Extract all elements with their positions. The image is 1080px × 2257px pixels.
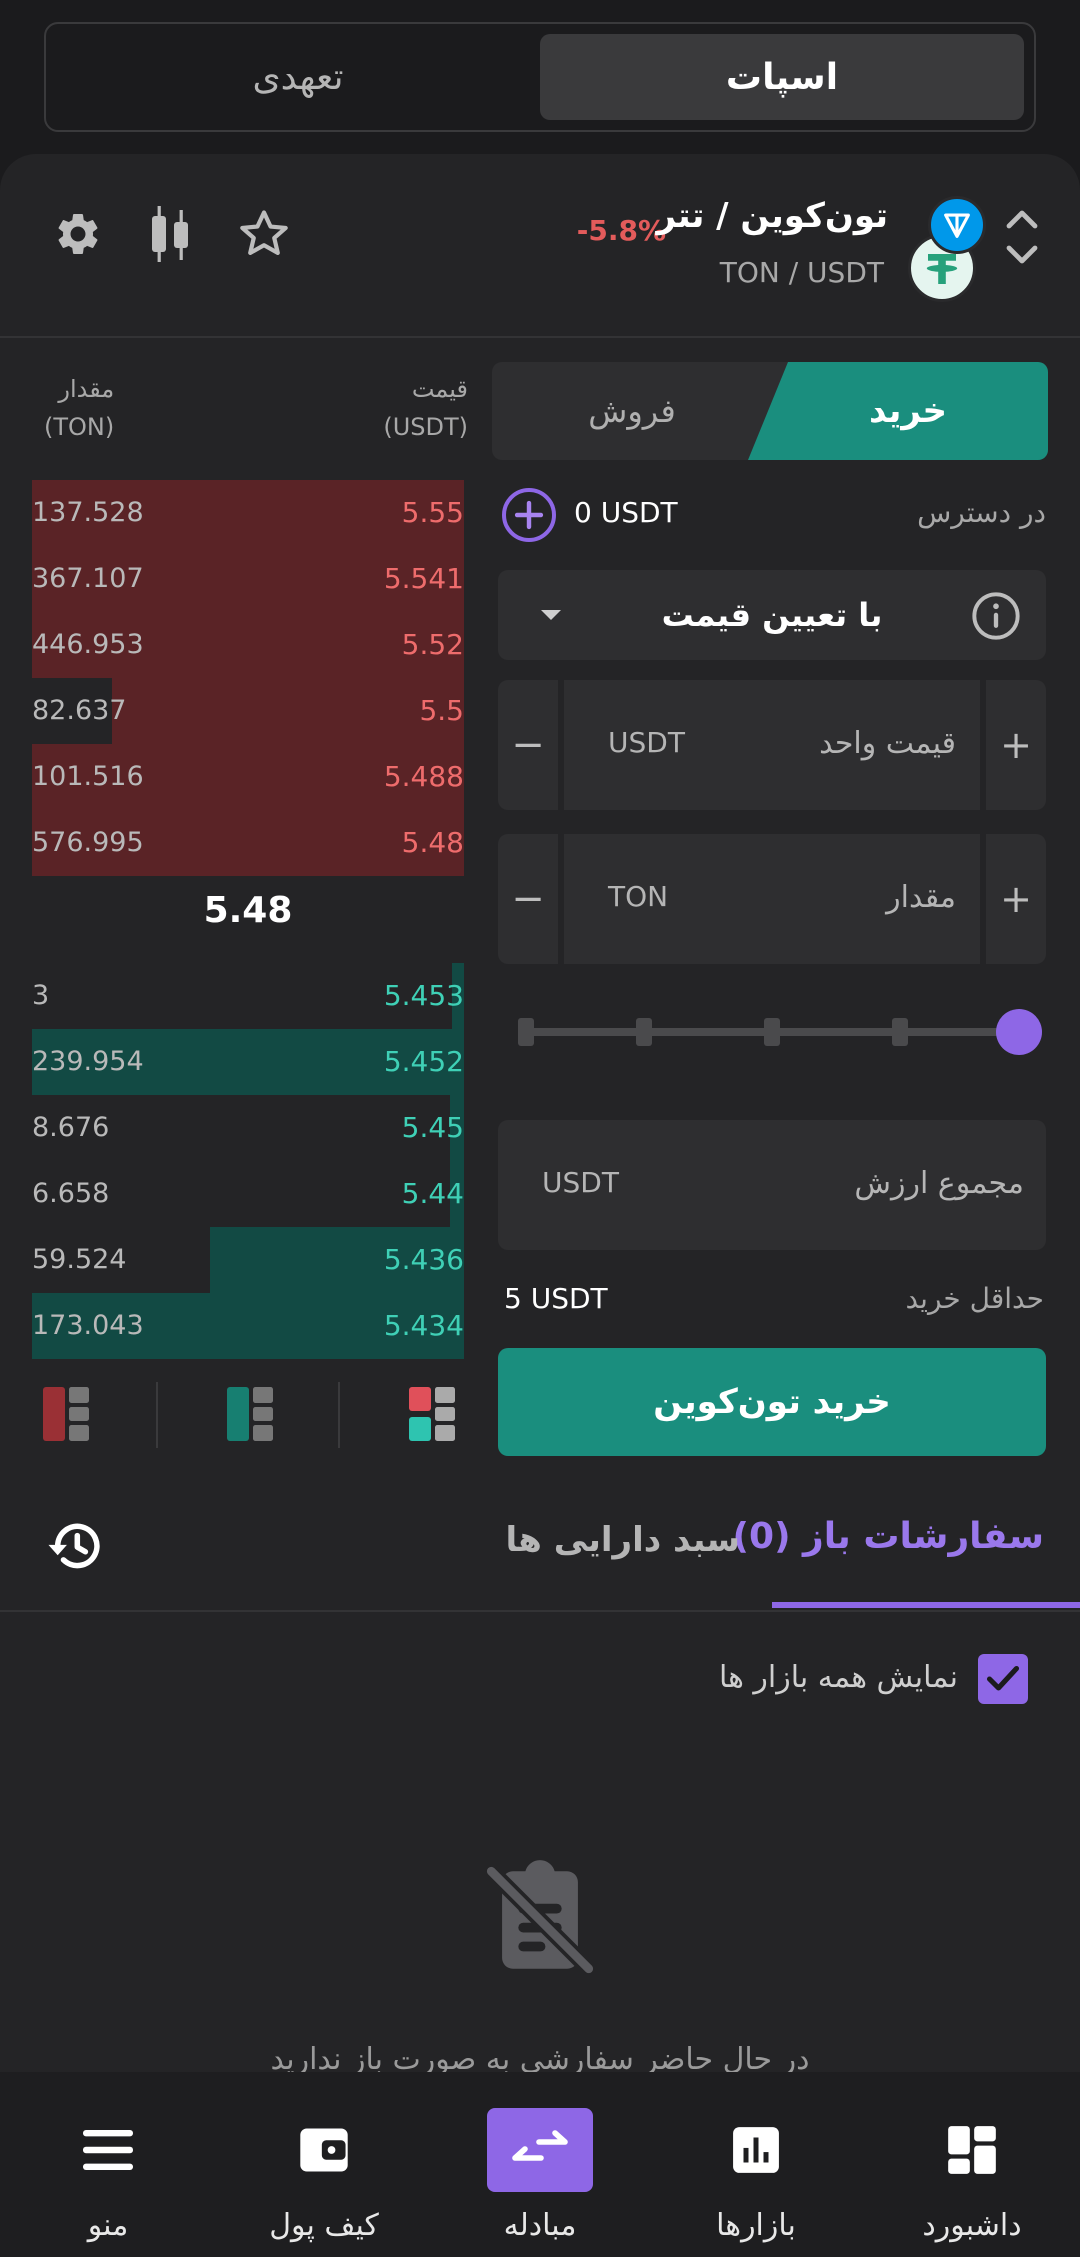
tab-margin[interactable]: تعهدی [56, 34, 540, 120]
nav-wallet[interactable]: کیف پول [216, 2072, 432, 2257]
order-type-value: با تعیین قیمت [661, 596, 883, 634]
amount-field[interactable]: مقدار TON [564, 834, 980, 964]
asks-only-view-icon[interactable] [36, 1384, 96, 1444]
qty-header: مقدار (TON) [44, 375, 115, 441]
menu-icon [55, 2108, 161, 2192]
nav-menu[interactable]: منو [0, 2072, 216, 2257]
history-icon[interactable] [42, 1516, 108, 1576]
tab-assets[interactable]: سبد دارایی ها [506, 1520, 740, 1560]
show-all-markets-checkbox[interactable] [978, 1654, 1028, 1704]
info-icon[interactable] [968, 588, 1024, 644]
pair-symbol: TON / USDT [719, 256, 884, 289]
price-change: -5.8% [576, 214, 666, 247]
bottom-navigation: منو کیف پول مبادله بازارها داشبورد [0, 2072, 1080, 2257]
buy-button[interactable]: خرید تون‌کوین [498, 1348, 1046, 1456]
min-buy-value: 5 USDT [504, 1282, 608, 1315]
wallet-icon [271, 2108, 377, 2192]
amount-input[interactable]: − مقدار TON + [498, 834, 1046, 964]
ask-row[interactable]: 82.637 5.5 [32, 678, 464, 744]
slider-handle[interactable] [996, 1009, 1042, 1055]
bid-row[interactable]: 3 5.453 [32, 963, 464, 1029]
ask-row[interactable]: 137.528 5.55 [32, 480, 464, 546]
chevron-updown-icon[interactable] [1002, 202, 1042, 272]
amount-slider[interactable] [518, 1018, 1018, 1046]
tab-sell[interactable]: فروش [492, 362, 772, 460]
star-icon[interactable] [234, 204, 294, 264]
divider [156, 1382, 158, 1448]
available-label: در دسترس [917, 496, 1046, 529]
tab-spot[interactable]: اسپات [540, 34, 1024, 120]
exchange-icon [487, 2108, 593, 2192]
deposit-plus-icon[interactable] [502, 488, 556, 542]
candlestick-icon[interactable] [140, 202, 200, 266]
nav-dashboard[interactable]: داشبورد [864, 2072, 1080, 2257]
bids-only-view-icon[interactable] [220, 1384, 280, 1444]
nav-exchange[interactable]: مبادله [432, 2072, 648, 2257]
caret-down-icon[interactable] [534, 598, 568, 632]
buy-sell-switch: فروش خرید [492, 362, 1048, 460]
nav-markets[interactable]: بازارها [648, 2072, 864, 2257]
ask-row[interactable]: 576.995 5.48 [32, 810, 464, 876]
bid-row[interactable]: 6.658 5.44 [32, 1161, 464, 1227]
dashboard-icon [919, 2108, 1025, 2192]
active-tab-indicator [772, 1602, 1080, 1608]
divider [0, 1610, 1080, 1612]
amount-decrease-button[interactable]: − [498, 834, 558, 964]
price-increase-button[interactable]: + [986, 680, 1046, 810]
ask-row[interactable]: 367.107 5.541 [32, 546, 464, 612]
ask-row[interactable]: 446.953 5.52 [32, 612, 464, 678]
show-all-markets-label: نمایش همه بازار ها [718, 1660, 958, 1695]
price-field[interactable]: قیمت واحد USDT [564, 680, 980, 810]
last-price: 5.48 [203, 890, 293, 931]
amount-increase-button[interactable]: + [986, 834, 1046, 964]
order-type-select[interactable]: با تعیین قیمت [498, 570, 1046, 660]
pair-title[interactable]: تون‌کوین / تتر [657, 196, 888, 236]
ton-coin-icon [928, 196, 986, 254]
price-header: قیمت (USDT) [383, 375, 468, 441]
bid-row[interactable]: 173.043 5.434 [32, 1293, 464, 1359]
bid-row[interactable]: 239.954 5.452 [32, 1029, 464, 1095]
both-sides-view-icon[interactable] [402, 1384, 462, 1444]
bid-row[interactable]: 8.676 5.45 [32, 1095, 464, 1161]
tab-buy[interactable]: خرید [748, 362, 1048, 460]
ask-row[interactable]: 101.516 5.488 [32, 744, 464, 810]
divider [0, 336, 1080, 338]
min-buy-label: حداقل خرید [905, 1282, 1044, 1315]
price-input[interactable]: − قیمت واحد USDT + [498, 680, 1046, 810]
bid-row[interactable]: 59.524 5.436 [32, 1227, 464, 1293]
tab-open-orders[interactable]: سفارشات باز (0) [733, 1516, 1044, 1557]
price-decrease-button[interactable]: − [498, 680, 558, 810]
divider [338, 1382, 340, 1448]
available-value: 0 USDT [574, 496, 678, 529]
total-input[interactable]: مجموع ارزش USDT [498, 1120, 1046, 1250]
empty-orders-icon [470, 1850, 610, 1990]
bar-chart-icon [703, 2108, 809, 2192]
gear-icon[interactable] [50, 206, 106, 262]
